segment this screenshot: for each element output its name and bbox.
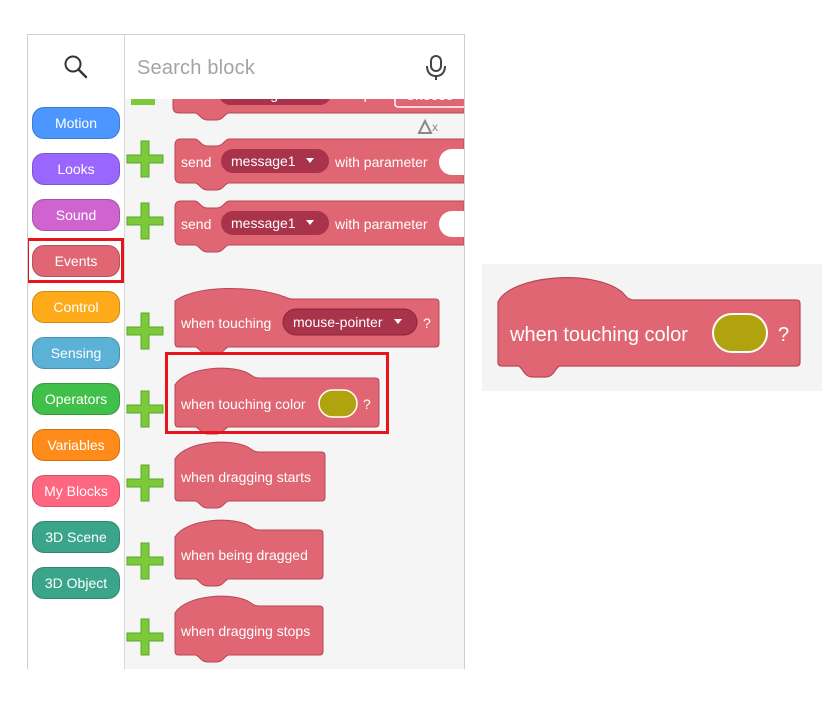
category-column: Motion Looks Sound Events Control Sensin… (28, 35, 125, 669)
message-dropdown-text[interactable]: message1 (231, 215, 296, 231)
search-icon (64, 55, 88, 79)
notification-icon: x (417, 118, 438, 134)
block-label-text: when dragging stops (180, 623, 310, 639)
preview-prefix-text: when touching color (509, 324, 688, 346)
preview-question-mark: ? (778, 324, 789, 346)
block-suffix-text: with parameter (334, 216, 428, 232)
preview-when-touching-color-block: when touching color ? (497, 277, 801, 378)
plus-icon[interactable] (126, 618, 164, 656)
block-prefix-text: when touching (180, 315, 271, 331)
parameter-input[interactable] (439, 211, 464, 237)
block-suffix-text: with parameter (334, 154, 428, 170)
block-when-being-dragged[interactable]: when being dragged (125, 515, 464, 589)
block-label-text: when dragging starts (180, 469, 311, 485)
plus-icon[interactable] (126, 312, 164, 350)
category-3d-object[interactable]: 3D Object (32, 567, 120, 599)
preview-color-swatch (712, 313, 768, 353)
category-sound[interactable]: Sound (32, 199, 120, 231)
category-motion[interactable]: Motion (32, 107, 120, 139)
block-when-dragging-stops[interactable]: when dragging stops (125, 591, 464, 669)
message-dropdown-text[interactable]: message1 (231, 153, 296, 169)
plus-icon[interactable] (126, 464, 164, 502)
plus-icon[interactable] (126, 140, 164, 178)
plus-icon[interactable] (126, 390, 164, 428)
search-toggle[interactable] (28, 35, 124, 99)
category-control[interactable]: Control (32, 291, 120, 323)
block-when-dragging-starts[interactable]: when dragging starts (125, 437, 464, 511)
block-when-touching[interactable]: when touching mouse-pointer ? (125, 283, 464, 355)
svg-text:x: x (432, 120, 438, 134)
block-send-with-parameter-2[interactable]: send message1 with parameter (125, 199, 464, 253)
parameter-input[interactable] (439, 149, 464, 175)
block-label-text: when being dragged (180, 547, 308, 563)
touching-target-dropdown-text[interactable]: mouse-pointer (293, 314, 383, 330)
events-highlight-box (28, 238, 124, 283)
microphone-icon[interactable] (425, 54, 447, 82)
category-looks[interactable]: Looks (32, 153, 120, 185)
category-3d-scene[interactable]: 3D Scene (32, 521, 120, 553)
block-prefix-text: send (181, 216, 211, 232)
category-operators[interactable]: Operators (32, 383, 120, 415)
category-my-blocks[interactable]: My Blocks (32, 475, 120, 507)
selected-block-highlight-box (165, 352, 389, 434)
category-variables[interactable]: Variables (32, 429, 120, 461)
plus-icon[interactable] (126, 542, 164, 580)
search-bar: Search block (125, 35, 464, 99)
question-mark-text: ? (423, 315, 431, 331)
block-send-with-parameter-1[interactable]: send message1 with parameter (125, 137, 464, 191)
plus-icon[interactable] (126, 202, 164, 240)
category-sensing[interactable]: Sensing (32, 337, 120, 369)
block-preview-panel: when touching color ? (482, 264, 822, 391)
block-prefix-text: send (181, 154, 211, 170)
search-input[interactable]: Search block (137, 57, 255, 80)
